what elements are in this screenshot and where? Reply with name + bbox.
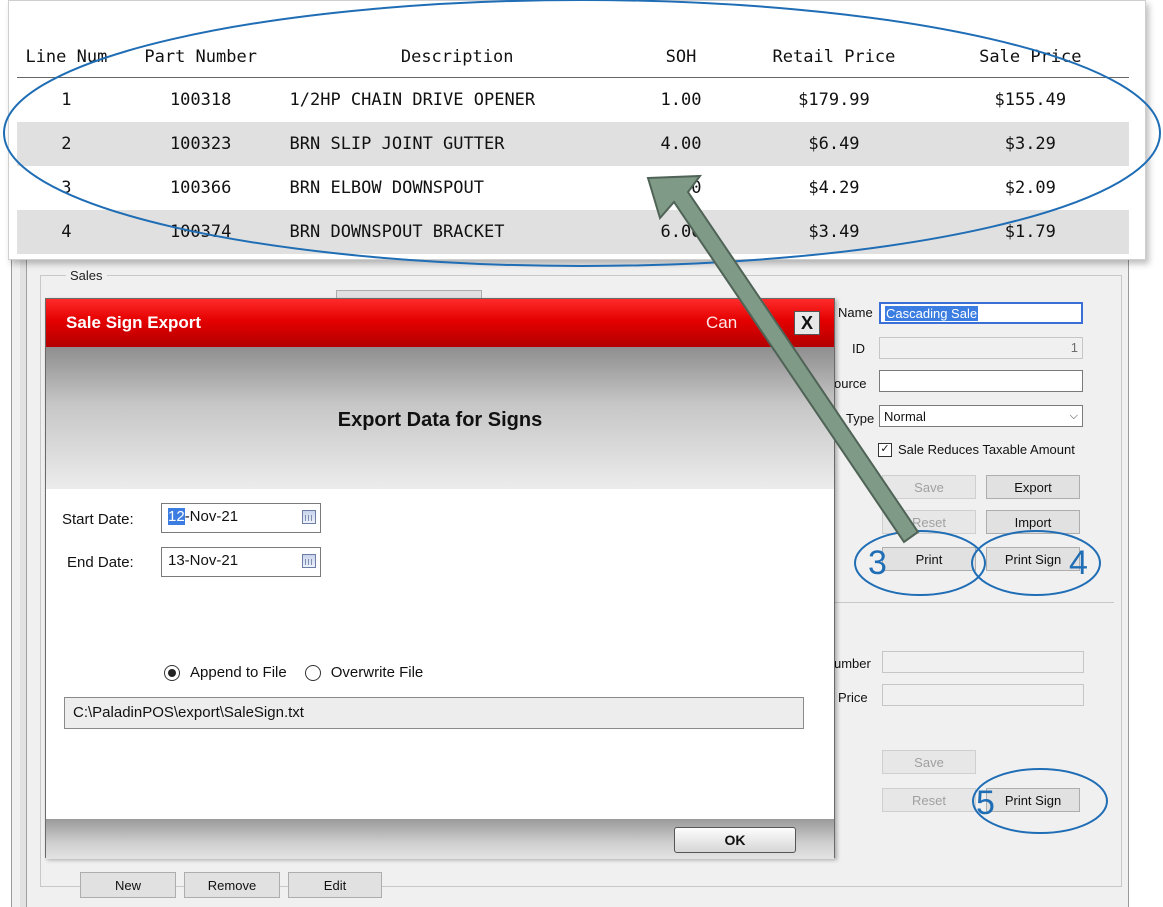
cell-retail: $6.49 — [736, 122, 932, 166]
dialog-title: Sale Sign Export — [66, 313, 202, 332]
chevron-down-icon: ⌵ — [1069, 409, 1078, 422]
cell-retail: $3.49 — [736, 210, 932, 254]
ok-button[interactable]: OK — [674, 827, 796, 853]
name-label: Name — [838, 305, 873, 320]
print-sign-button[interactable]: Print Sign — [986, 547, 1080, 571]
price-label: Price — [838, 690, 868, 705]
checkbox-checked-icon: ✓ — [878, 442, 892, 457]
cell-retail: $179.99 — [798, 90, 870, 110]
close-icon[interactable]: X — [794, 311, 820, 335]
table-row[interactable]: 4 100374 BRN DOWNSPOUT BRACKET 6.00 $3.4… — [17, 210, 1129, 254]
cell-sale: $1.79 — [931, 210, 1129, 254]
cell-line: 4 — [17, 210, 116, 254]
column-header-line-num: Line Num — [17, 37, 116, 78]
table-row[interactable]: 2 100323 BRN SLIP JOINT GUTTER 4.00 $6.4… — [17, 122, 1129, 166]
column-header-soh: SOH — [625, 37, 737, 78]
sale-id-field: 1 — [879, 337, 1083, 359]
append-radio[interactable] — [164, 664, 180, 681]
cell-description: BRN DOWNSPOUT BRACKET — [285, 210, 626, 254]
price-field — [882, 684, 1084, 706]
part-number-field — [882, 651, 1084, 673]
cell-soh: 6.00 — [625, 210, 737, 254]
append-label: Append to File — [190, 664, 287, 681]
calendar-icon[interactable] — [302, 510, 316, 524]
file-mode-radios: Append to File Overwrite File — [164, 664, 423, 681]
dialog-heading: Export Data for Signs — [337, 409, 543, 431]
callout-4: 4 — [1069, 544, 1088, 582]
sale-sign-export-dialog: Sale Sign Export Can X Export Data for S… — [45, 298, 835, 859]
print-button[interactable]: Print — [882, 547, 976, 571]
item-print-sign-button[interactable]: Print Sign — [986, 788, 1080, 812]
file-path-field[interactable]: C:\PaladinPOS\export\SaleSign.txt — [64, 697, 804, 729]
cell-line: 3 — [61, 178, 72, 198]
dialog-header: Export Data for Signs — [46, 347, 834, 489]
reset-button[interactable]: Reset — [882, 510, 976, 534]
callout-3: 3 — [868, 544, 887, 582]
cell-description: 1/2HP CHAIN DRIVE OPENER — [289, 90, 536, 110]
cell-sale: $3.29 — [931, 122, 1129, 166]
cell-soh: 1.00 — [660, 90, 702, 110]
sale-name-field[interactable]: Cascading Sale — [879, 302, 1083, 324]
type-label: Type — [846, 411, 875, 426]
export-button[interactable]: Export — [986, 475, 1080, 499]
cell-line: 1 — [61, 90, 72, 110]
calendar-icon[interactable] — [302, 554, 316, 568]
dialog-cancel-link[interactable]: Can — [706, 313, 737, 333]
cell-line: 2 — [17, 122, 116, 166]
cell-retail: $4.29 — [808, 178, 860, 198]
sale-items-table: Line Num Part Number Description SOH Ret… — [17, 37, 1129, 254]
table-row[interactable]: 3 100366 BRN ELBOW DOWNSPOUT 3.00 $4.29 … — [17, 166, 1129, 210]
end-date-label: End Date: — [67, 554, 134, 571]
cell-part: 100374 — [115, 210, 286, 254]
start-date-day: 12 — [168, 508, 185, 525]
end-date-value: 13-Nov-21 — [168, 552, 239, 569]
sale-type-select[interactable]: Normal ⌵ — [879, 405, 1083, 427]
overwrite-radio[interactable] — [304, 664, 321, 681]
remove-button[interactable]: Remove — [184, 872, 280, 898]
column-header-retail-price: Retail Price — [736, 37, 932, 78]
edit-button[interactable]: Edit — [288, 872, 382, 898]
cell-sale: $155.49 — [994, 90, 1067, 110]
section-divider — [830, 602, 1114, 603]
cell-soh: 3.00 — [660, 178, 702, 198]
start-date-rest: -Nov-21 — [184, 508, 239, 525]
part-number-label: umber — [834, 656, 871, 671]
reduces-taxable-label: Sale Reduces Taxable Amount — [898, 442, 1075, 457]
item-save-button[interactable]: Save — [882, 750, 976, 774]
sales-group-label: Sales — [66, 268, 107, 283]
item-reset-button[interactable]: Reset — [882, 788, 976, 812]
window-left-pane — [20, 250, 27, 907]
table-row[interactable]: 1 100318 1/2HP CHAIN DRIVE OPENER 1.00 $… — [17, 78, 1129, 123]
callout-5: 5 — [976, 784, 995, 822]
reduces-taxable-checkbox[interactable]: ✓ Sale Reduces Taxable Amount — [878, 442, 1075, 457]
cell-description: BRN ELBOW DOWNSPOUT — [289, 178, 484, 198]
column-header-sale-price: Sale Price — [931, 37, 1129, 78]
cell-part: 100366 — [169, 178, 232, 198]
dialog-footer: OK — [46, 819, 834, 859]
new-button[interactable]: New — [80, 872, 176, 898]
cell-soh: 4.00 — [625, 122, 737, 166]
column-header-description: Description — [285, 37, 626, 78]
save-button[interactable]: Save — [882, 475, 976, 499]
dialog-body — [46, 489, 834, 819]
cell-sale: $2.09 — [1004, 178, 1056, 198]
cell-part: 100318 — [169, 90, 232, 110]
end-date-picker[interactable]: 13-Nov-21 — [161, 547, 321, 577]
table-header-row: Line Num Part Number Description SOH Ret… — [17, 37, 1129, 78]
import-button[interactable]: Import — [986, 510, 1080, 534]
dialog-titlebar: Sale Sign Export Can X — [46, 299, 834, 347]
source-field[interactable] — [879, 370, 1083, 392]
start-date-picker[interactable]: 12-Nov-21 — [161, 503, 321, 533]
id-label: ID — [852, 341, 865, 356]
radio-selected-icon — [168, 668, 176, 677]
source-label: ource — [834, 376, 867, 391]
overwrite-label: Overwrite File — [330, 664, 424, 681]
start-date-label: Start Date: — [62, 511, 134, 528]
cell-description: BRN SLIP JOINT GUTTER — [285, 122, 626, 166]
cell-part: 100323 — [115, 122, 286, 166]
sale-items-table-panel: Line Num Part Number Description SOH Ret… — [8, 0, 1146, 260]
column-header-part-number: Part Number — [115, 37, 286, 78]
